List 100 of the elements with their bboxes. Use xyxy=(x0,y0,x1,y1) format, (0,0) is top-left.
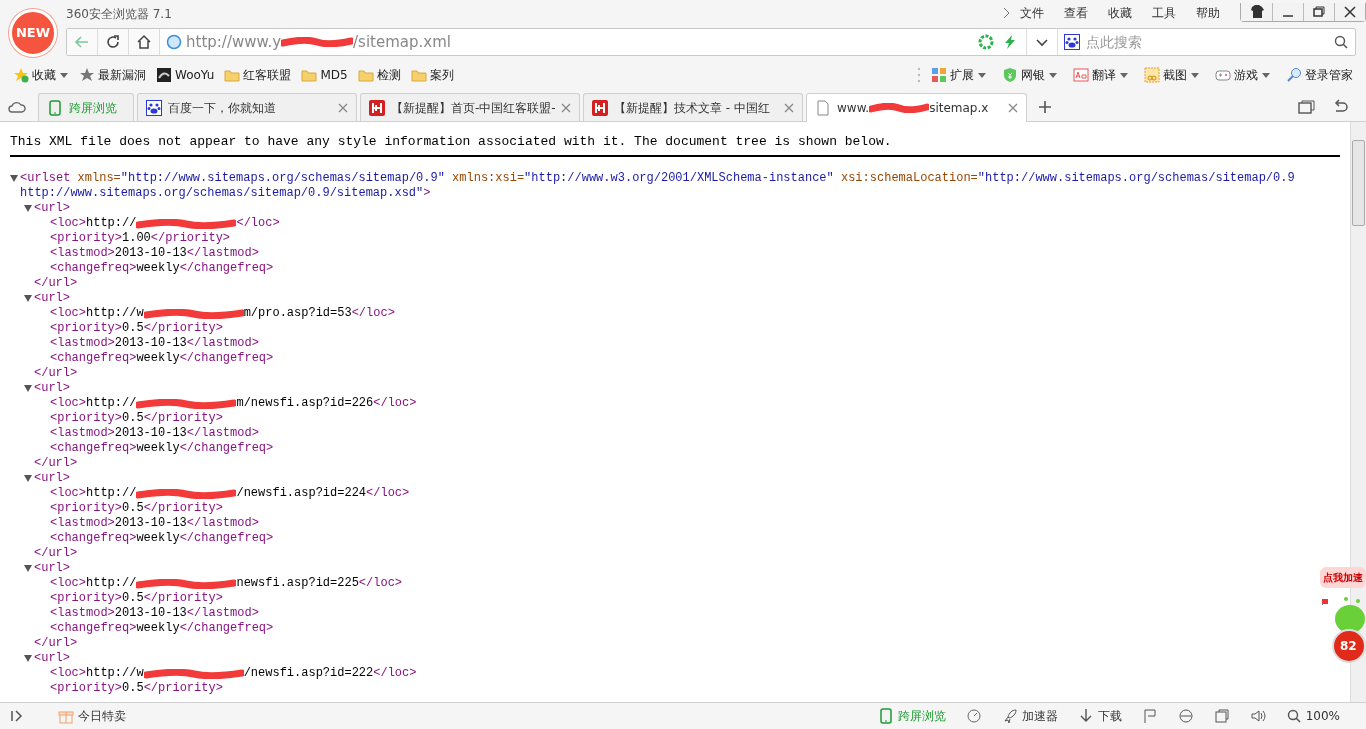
speed-up-bubble[interactable]: 点我加速 xyxy=(1320,567,1366,588)
status-button[interactable]: 100% xyxy=(1305,707,1340,725)
toolbar-button[interactable]: 截图 xyxy=(1163,66,1187,84)
close-icon[interactable] xyxy=(784,102,794,113)
xml-text: <loc>http://w xyxy=(50,666,144,681)
status-button[interactable]: 下载 xyxy=(1097,707,1122,725)
xml-text: </loc> xyxy=(236,216,280,231)
xml-line: <lastmod>2013-10-13</lastmod> xyxy=(50,606,260,621)
tab-title: www. xyxy=(837,100,870,117)
close-button[interactable] xyxy=(1342,4,1358,20)
xml-line: </url> xyxy=(34,546,78,561)
xml-line: <changefreq>weekly</changefreq> xyxy=(50,621,275,636)
counter-badge[interactable]: 82 xyxy=(1332,629,1366,663)
cloud-icon[interactable] xyxy=(8,100,26,114)
toolbar-button[interactable]: 登录管家 xyxy=(1305,66,1353,84)
scrollbar-thumb[interactable] xyxy=(1352,140,1365,226)
toolbar-button[interactable]: 翻译 xyxy=(1092,66,1116,84)
browser-tab[interactable]: www. sitemap.x xyxy=(806,93,1027,122)
folder-icon xyxy=(224,67,241,83)
menu-item[interactable]: 收藏 xyxy=(1098,3,1142,22)
browser-tab[interactable]: 百度一下，你就知道 xyxy=(137,93,357,121)
xml-line: <changefreq>weekly</changefreq> xyxy=(50,531,275,546)
redaction-mark xyxy=(869,103,930,113)
toolbar-button[interactable]: 游戏 xyxy=(1234,66,1258,84)
xml-text: <loc>http:// xyxy=(50,216,137,231)
xml-line: <url> xyxy=(34,381,70,396)
browser-tab[interactable]: 【新提醒】技术文章 - 中国红 xyxy=(583,93,803,121)
xml-line: <priority>0.5</priority> xyxy=(50,321,224,336)
xml-text: m/pro.asp?id=53</loc> xyxy=(243,306,395,321)
close-icon[interactable] xyxy=(338,102,348,113)
bookmark-link[interactable]: 红客联盟 xyxy=(243,66,292,84)
chevron-icon[interactable] xyxy=(1002,6,1010,19)
bookmark-link[interactable]: MD5 xyxy=(320,66,348,84)
collapse-toggle[interactable] xyxy=(24,385,32,392)
bookmark-link[interactable]: 最新漏洞 xyxy=(98,66,146,84)
scissors-icon xyxy=(1144,67,1160,83)
collapse-toggle[interactable] xyxy=(10,175,18,182)
xml-text: newsfi.asp?id=225</loc> xyxy=(236,576,403,591)
collapse-toggle[interactable] xyxy=(24,295,32,302)
bookmark-link[interactable]: WooYu xyxy=(175,66,215,84)
xml-text: <loc>http:// xyxy=(50,486,137,501)
caret-icon[interactable] xyxy=(1261,71,1271,79)
tab-title: sitemap.x xyxy=(929,100,989,117)
menu-item[interactable]: 查看 xyxy=(1054,3,1098,22)
close-icon[interactable] xyxy=(1008,103,1018,113)
folder-icon xyxy=(357,67,374,83)
maximize-button[interactable] xyxy=(1311,4,1327,20)
caret-icon[interactable] xyxy=(1048,71,1058,79)
bookmark-link[interactable]: 案列 xyxy=(429,66,454,84)
bookmark-link[interactable]: 检测 xyxy=(376,66,401,84)
xml-line: <changefreq>weekly</changefreq> xyxy=(50,441,275,456)
collapse-toggle[interactable] xyxy=(24,655,32,662)
search-icon xyxy=(1285,708,1302,724)
xml-line: </url> xyxy=(34,636,78,651)
key-icon xyxy=(1286,67,1302,83)
xml-text: /newsfi.asp?id=224</loc> xyxy=(236,486,410,501)
menu-item[interactable]: 文件 xyxy=(1010,3,1054,22)
xml-text: /newsfi.asp?id=222</loc> xyxy=(243,666,417,681)
status-link[interactable]: 今日特卖 xyxy=(78,707,126,725)
xml-text: <loc>http:// xyxy=(50,576,137,591)
paw-icon xyxy=(146,99,162,116)
xml-text: <loc>http://w xyxy=(50,306,144,321)
collapse-toggle[interactable] xyxy=(24,205,32,212)
grid-icon xyxy=(931,67,947,83)
xml-line: </url> xyxy=(34,276,78,291)
sidebar-toggle-icon[interactable] xyxy=(10,709,24,723)
skin-button[interactable] xyxy=(1248,4,1265,20)
xml-line: <lastmod>2013-10-13</lastmod> xyxy=(50,336,260,351)
collapse-toggle[interactable] xyxy=(24,475,32,482)
gift-icon xyxy=(58,708,74,724)
undo-icon[interactable] xyxy=(1332,99,1350,115)
xml-line: <priority>0.5</priority> xyxy=(50,411,224,426)
gamepad-icon xyxy=(1215,67,1231,83)
menu-item[interactable]: 帮助 xyxy=(1186,3,1230,22)
xml-line: <priority>0.5</priority> xyxy=(50,591,224,606)
tabs-list-icon[interactable] xyxy=(1298,99,1316,115)
h-logo-icon xyxy=(369,99,385,116)
speaker-icon xyxy=(1249,708,1266,724)
menu-item[interactable]: 工具 xyxy=(1142,3,1186,22)
browser-tab[interactable]: 【新提醒】首页-中国红客联盟- xyxy=(360,93,580,121)
close-icon[interactable] xyxy=(561,102,571,113)
plus-icon[interactable] xyxy=(1038,100,1052,114)
xml-line: </url> xyxy=(34,366,78,381)
status-button[interactable]: 加速器 xyxy=(1021,707,1058,725)
site-icon xyxy=(156,67,172,83)
bookmark-link[interactable]: 收藏 xyxy=(32,66,56,84)
xml-line: <changefreq>weekly</changefreq> xyxy=(50,261,275,276)
xml-line: <priority>0.5</priority> xyxy=(50,501,224,516)
caret-icon[interactable] xyxy=(1119,71,1129,79)
toolbar-button[interactable]: 扩展 xyxy=(950,66,974,84)
page-icon xyxy=(815,100,831,116)
flag-icon xyxy=(1141,708,1158,724)
collapse-toggle[interactable] xyxy=(24,565,32,572)
toolbar-button[interactable]: 网银 xyxy=(1021,66,1045,84)
xml-line: <url> xyxy=(34,651,70,666)
caret-icon[interactable] xyxy=(1190,71,1200,79)
caret-icon[interactable] xyxy=(977,71,987,79)
xml-line: <lastmod>2013-10-13</lastmod> xyxy=(50,426,260,441)
star-icon xyxy=(13,67,29,83)
caret-icon[interactable] xyxy=(59,71,69,79)
